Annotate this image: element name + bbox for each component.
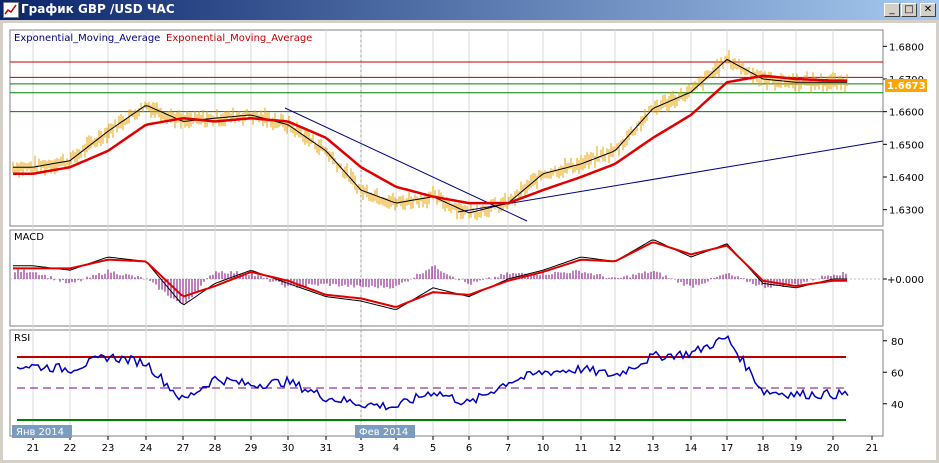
chart-window[interactable]: Exponential_Moving_Average Exponential_M…	[3, 23, 936, 460]
day-label: 28	[209, 443, 222, 454]
chart-app-icon	[3, 2, 19, 18]
day-label: 14	[685, 443, 698, 454]
day-label: 18	[757, 443, 770, 454]
title-bar[interactable]: График GBP /USD ЧАС _ □ ✕	[0, 0, 939, 20]
day-label: 4	[393, 443, 399, 454]
day-label: 5	[430, 443, 436, 454]
day-label: 24	[140, 443, 153, 454]
rsi-tick-label: 60	[891, 368, 904, 379]
month-label-jan: Янв 2014	[16, 427, 64, 438]
day-label: 23	[102, 443, 115, 454]
maximize-button[interactable]: □	[901, 3, 917, 17]
chart-canvas[interactable]: Exponential_Moving_Average Exponential_M…	[3, 23, 936, 460]
rsi-tick-label: 40	[891, 400, 904, 411]
day-label: 3	[358, 443, 364, 454]
rsi-tick-label: 80	[891, 337, 904, 348]
day-label: 11	[575, 443, 588, 454]
day-label: 17	[721, 443, 734, 454]
day-label: 12	[609, 443, 622, 454]
day-label: 21	[27, 443, 40, 454]
day-label: 27	[177, 443, 190, 454]
window-title: График GBP /USD ЧАС	[21, 2, 175, 16]
close-button[interactable]: ✕	[920, 3, 936, 17]
price-tick-label: 1.6600	[889, 108, 924, 119]
macd-label: MACD	[14, 232, 44, 243]
rsi-label: RSI	[14, 333, 30, 344]
price-tick-label: 1.6500	[889, 140, 924, 151]
price-axis: 1.68001.67001.66001.65001.64001.6300	[883, 42, 924, 217]
day-label: 20	[827, 443, 840, 454]
price-tick-label: 1.6800	[889, 42, 924, 53]
day-label: 29	[245, 443, 258, 454]
day-label: 7	[505, 443, 511, 454]
day-label: 21	[866, 443, 879, 454]
time-axis: 21 22 23 24 27 28 29 30 31 3 4 5 6 7 10 11 12 13 14 17 18 19 2…	[27, 436, 879, 454]
day-label: 30	[282, 443, 295, 454]
month-label-feb: Фев 2014	[359, 427, 408, 438]
minimize-button[interactable]: _	[884, 3, 900, 17]
day-label: 19	[790, 443, 803, 454]
day-label: 10	[537, 443, 550, 454]
rsi-axis: 80 60 40	[883, 337, 904, 411]
price-tick-label: 1.6300	[889, 206, 924, 217]
ema-label-1: Exponential_Moving_Average	[14, 33, 160, 44]
price-tick-label: 1.6400	[889, 173, 924, 184]
ema-label-2: Exponential_Moving_Average	[166, 33, 312, 44]
current-price-label: 1.6673	[887, 81, 926, 92]
day-label: 22	[64, 443, 77, 454]
macd-zero-label: +0.000	[887, 275, 924, 286]
day-label: 31	[320, 443, 333, 454]
day-label: 13	[647, 443, 660, 454]
day-label: 6	[466, 443, 472, 454]
